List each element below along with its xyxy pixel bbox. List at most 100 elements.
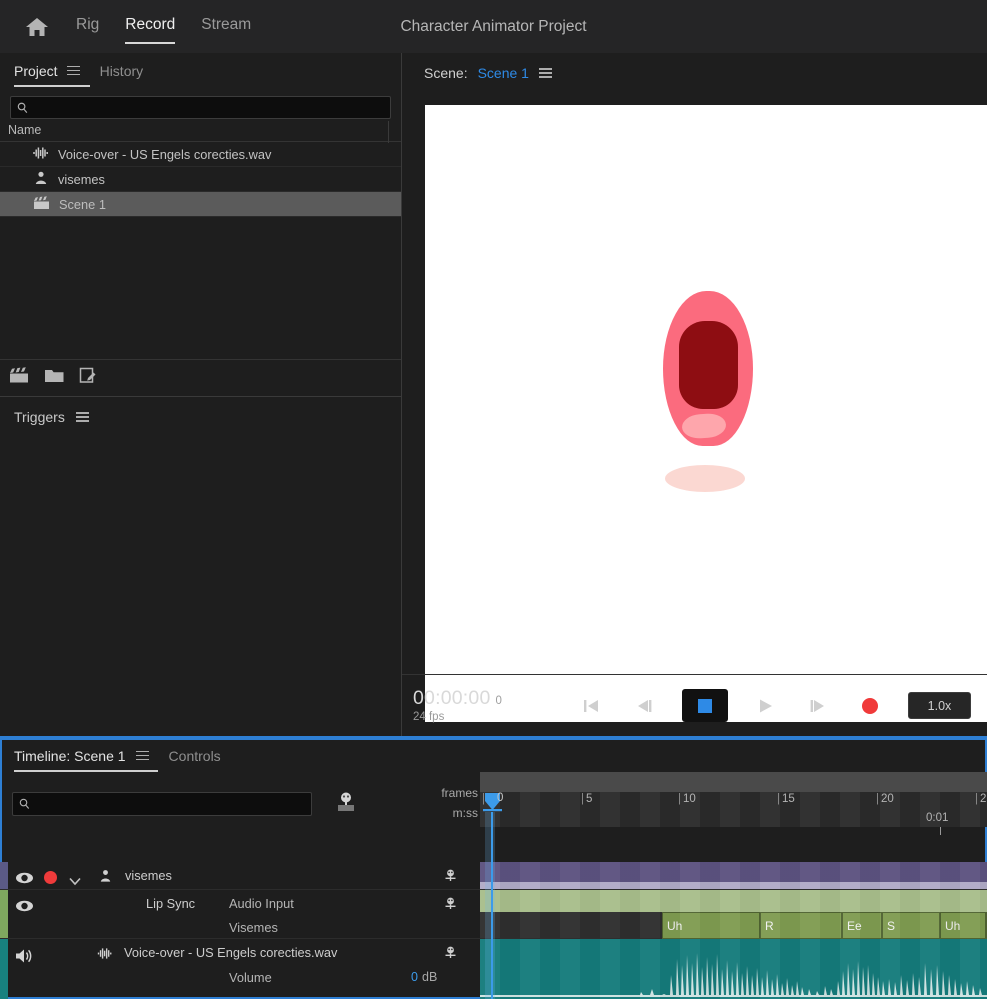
project-footer-toolbar bbox=[0, 359, 401, 396]
triggers-panel: Triggers bbox=[0, 396, 401, 736]
parameter-name-visemes: Visemes bbox=[229, 920, 278, 935]
tab-project[interactable]: Project bbox=[14, 62, 90, 87]
timeline-search-box[interactable] bbox=[12, 792, 312, 816]
mode-tab-rig[interactable]: Rig bbox=[76, 16, 99, 37]
list-item[interactable]: Voice-over - US Engels corecties.wav bbox=[0, 142, 401, 167]
record-button[interactable] bbox=[856, 692, 884, 720]
project-panel-tabs: Project History bbox=[0, 53, 401, 93]
parameter-name-volume: Volume bbox=[229, 970, 272, 985]
viseme-block[interactable]: R bbox=[760, 912, 842, 939]
play-button[interactable] bbox=[752, 692, 780, 720]
visibility-eye-icon[interactable] bbox=[15, 871, 34, 889]
viseme-block[interactable]: Uh bbox=[662, 912, 760, 939]
viseme-block[interactable]: Uh bbox=[940, 912, 986, 939]
microphone-stand-icon[interactable] bbox=[334, 792, 358, 817]
volume-unit: dB bbox=[422, 970, 438, 984]
behavior-clip-bar[interactable] bbox=[480, 862, 987, 882]
puppet-icon bbox=[33, 171, 49, 188]
arm-for-record-button[interactable] bbox=[44, 871, 57, 884]
viseme-block[interactable]: Ee bbox=[842, 912, 882, 939]
project-search-input[interactable] bbox=[33, 100, 384, 115]
viseme-block[interactable]: S bbox=[882, 912, 940, 939]
tab-controls[interactable]: Controls bbox=[169, 748, 221, 769]
triggers-panel-menu-icon[interactable] bbox=[75, 412, 89, 422]
timecode-value: 00:00:00 bbox=[413, 686, 491, 709]
new-item-icon[interactable] bbox=[79, 367, 98, 389]
list-item-label: visemes bbox=[58, 171, 105, 187]
mode-tab-stream[interactable]: Stream bbox=[201, 16, 251, 37]
tab-timeline[interactable]: Timeline: Scene 1 bbox=[14, 748, 158, 772]
audio-clip[interactable] bbox=[480, 939, 987, 999]
project-panel-menu-icon[interactable] bbox=[66, 65, 80, 76]
track-clip-area[interactable] bbox=[480, 862, 987, 889]
timecode-frames: 0 bbox=[495, 694, 502, 707]
timecode-display[interactable]: 00:00:00 0 24 fps bbox=[413, 686, 546, 724]
scene-panel: Scene: Scene 1 00:00:00 0 24 fps 1.0x bbox=[401, 53, 987, 736]
scene-name-value[interactable]: Scene 1 bbox=[478, 65, 529, 81]
home-icon[interactable] bbox=[24, 14, 50, 40]
list-item-label: Voice-over - US Engels corecties.wav bbox=[58, 146, 272, 162]
parameter-name-audio-input: Audio Input bbox=[229, 896, 294, 911]
timeline-panel-menu-icon[interactable] bbox=[135, 750, 149, 761]
timeline-work-area-strip[interactable] bbox=[480, 772, 987, 792]
viseme-lane[interactable]: Uh R Ee S Uh D bbox=[480, 912, 987, 939]
scene-clapperboard-icon bbox=[33, 195, 50, 213]
stop-button[interactable] bbox=[682, 689, 728, 722]
keyframe-pin-icon[interactable] bbox=[443, 869, 458, 888]
step-back-button[interactable] bbox=[630, 692, 658, 720]
playhead-highlight-band bbox=[485, 812, 495, 999]
mouth-inner-cavity bbox=[679, 321, 738, 409]
timeline-ruler[interactable]: 0 5 10 15 20 25 0:01 bbox=[480, 772, 987, 835]
scene-stage-canvas[interactable] bbox=[425, 105, 987, 722]
ruler-tick: 5 bbox=[581, 793, 592, 805]
units-mss-label: m:ss bbox=[452, 806, 478, 821]
list-item-label: Scene 1 bbox=[59, 196, 106, 212]
step-forward-button[interactable] bbox=[804, 692, 832, 720]
character-animator-window: Rig Record Stream Character Animator Pro… bbox=[0, 0, 987, 999]
triggers-panel-header: Triggers bbox=[0, 397, 401, 437]
scene-panel-menu-icon[interactable] bbox=[538, 68, 552, 78]
behavior-clip-subbar[interactable] bbox=[480, 882, 987, 889]
go-to-start-button[interactable] bbox=[578, 692, 606, 720]
project-panel: Project History Name Voice-over - US Eng… bbox=[0, 53, 401, 396]
puppet-icon bbox=[98, 869, 113, 888]
fps-label: 24 fps bbox=[413, 711, 445, 724]
puppet-mouth-graphic bbox=[663, 291, 758, 492]
new-scene-icon[interactable] bbox=[9, 367, 30, 389]
ruler-tick: 15 bbox=[777, 793, 795, 805]
ruler-tick: 25 bbox=[975, 793, 987, 805]
track-clip-area[interactable]: Uh R Ee S Uh D bbox=[480, 890, 987, 939]
transport-buttons bbox=[578, 689, 884, 722]
ruler-band-shading bbox=[480, 792, 987, 827]
scene-panel-header: Scene: Scene 1 bbox=[402, 53, 987, 93]
top-bar: Rig Record Stream Character Animator Pro… bbox=[0, 0, 987, 53]
project-search-box[interactable] bbox=[10, 96, 391, 119]
mode-tab-record[interactable]: Record bbox=[125, 16, 175, 44]
audio-track-name: Voice-over - US Engels corecties.wav bbox=[124, 945, 338, 960]
visibility-eye-icon[interactable] bbox=[15, 899, 34, 917]
list-item[interactable]: visemes bbox=[0, 167, 401, 192]
units-frames-label: frames bbox=[441, 786, 478, 800]
volume-value[interactable]: 0 bbox=[411, 970, 418, 984]
scene-label: Scene: bbox=[424, 65, 468, 81]
tab-project-label: Project bbox=[14, 62, 58, 79]
playback-speed-button[interactable]: 1.0x bbox=[908, 692, 971, 719]
search-icon bbox=[17, 102, 28, 113]
chevron-down-icon[interactable] bbox=[69, 873, 81, 891]
list-item-scene-1[interactable]: Scene 1 bbox=[0, 192, 401, 217]
track-header: Voice-over - US Engels corecties.wav Vol… bbox=[0, 939, 480, 999]
timeline-search-input[interactable] bbox=[35, 797, 305, 811]
keyframe-pin-icon[interactable] bbox=[443, 946, 458, 965]
project-item-list: Voice-over - US Engels corecties.wav vis… bbox=[0, 141, 401, 217]
speaker-mute-icon[interactable] bbox=[14, 948, 36, 969]
keyframe-pin-icon[interactable] bbox=[443, 897, 458, 916]
new-folder-icon[interactable] bbox=[44, 367, 65, 389]
timeline-tick-area[interactable]: 0 5 10 15 20 25 0:01 bbox=[480, 792, 987, 835]
playhead-line[interactable] bbox=[491, 812, 493, 999]
lipsync-clip-bar[interactable] bbox=[480, 890, 987, 912]
tab-history[interactable]: History bbox=[100, 63, 144, 84]
playhead-frame-label: 0 bbox=[497, 792, 504, 804]
track-name: visemes bbox=[125, 868, 172, 883]
project-column-header: Name bbox=[0, 119, 401, 143]
track-clip-area[interactable] bbox=[480, 939, 987, 999]
